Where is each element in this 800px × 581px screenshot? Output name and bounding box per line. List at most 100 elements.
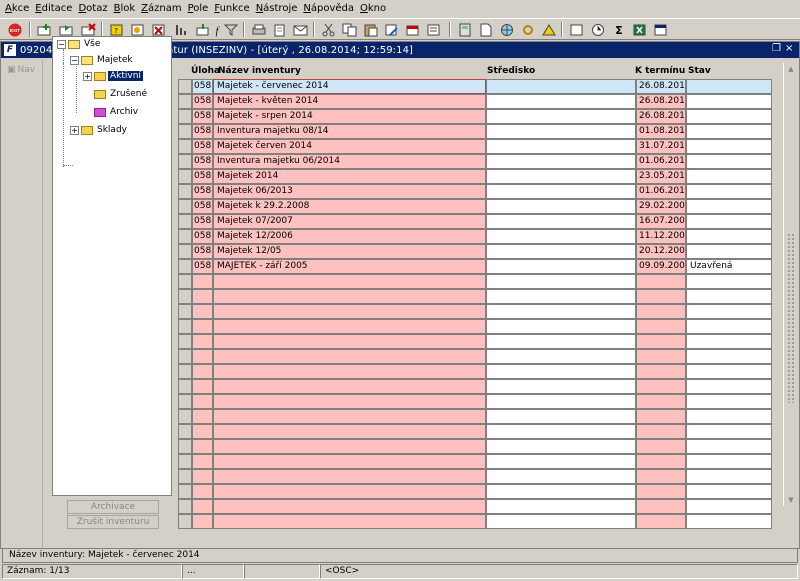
cell-stredisko[interactable] bbox=[486, 154, 636, 169]
cell-uloha[interactable]: 058 bbox=[192, 79, 213, 94]
cell-nazev[interactable] bbox=[213, 289, 486, 304]
dashboard-icon[interactable] bbox=[568, 21, 586, 38]
cell-stav[interactable] bbox=[686, 379, 772, 394]
cell-termin[interactable]: 01.06.2014 bbox=[636, 154, 686, 169]
cell-termin[interactable] bbox=[636, 334, 686, 349]
menu-9[interactable]: Okno bbox=[358, 0, 390, 17]
cell-nazev[interactable]: Majetek červen 2014 bbox=[213, 139, 486, 154]
row-selector[interactable] bbox=[178, 469, 192, 484]
cell-stav[interactable] bbox=[686, 139, 772, 154]
cell-termin[interactable]: 09.09.2005 bbox=[636, 259, 686, 274]
globe-icon[interactable] bbox=[498, 21, 516, 38]
table-row[interactable]: 058 Majetek 2014 23.05.2014 bbox=[178, 169, 772, 184]
row-selector[interactable] bbox=[178, 124, 192, 139]
cell-stav[interactable] bbox=[686, 184, 772, 199]
empty-row[interactable] bbox=[178, 424, 772, 439]
cell-nazev[interactable] bbox=[213, 469, 486, 484]
empty-row[interactable] bbox=[178, 334, 772, 349]
cell-termin[interactable]: 23.05.2014 bbox=[636, 169, 686, 184]
cell-uloha[interactable] bbox=[192, 289, 213, 304]
email-icon[interactable] bbox=[292, 21, 310, 38]
menu-6[interactable]: Funkce bbox=[212, 0, 253, 17]
empty-row[interactable] bbox=[178, 319, 772, 334]
empty-row[interactable] bbox=[178, 469, 772, 484]
empty-row[interactable] bbox=[178, 364, 772, 379]
cell-nazev[interactable] bbox=[213, 439, 486, 454]
cell-nazev[interactable] bbox=[213, 514, 486, 529]
menu-5[interactable]: Pole bbox=[186, 0, 213, 17]
cell-stav[interactable] bbox=[686, 424, 772, 439]
cell-stav[interactable]: Uzavřená bbox=[686, 259, 772, 274]
cell-nazev[interactable]: Majetek - květen 2014 bbox=[213, 94, 486, 109]
cell-uloha[interactable] bbox=[192, 364, 213, 379]
cell-nazev[interactable] bbox=[213, 319, 486, 334]
cell-nazev[interactable] bbox=[213, 274, 486, 289]
cell-uloha[interactable] bbox=[192, 394, 213, 409]
cell-stredisko[interactable] bbox=[486, 289, 636, 304]
clock-icon[interactable] bbox=[589, 21, 607, 38]
table-row[interactable]: 058 Majetek - srpen 2014 26.08.2014 bbox=[178, 109, 772, 124]
cell-nazev[interactable] bbox=[213, 379, 486, 394]
row-selector[interactable] bbox=[178, 364, 192, 379]
cell-stav[interactable] bbox=[686, 274, 772, 289]
cell-stav[interactable] bbox=[686, 289, 772, 304]
cell-uloha[interactable]: 058 bbox=[192, 184, 213, 199]
vertical-scrollbar[interactable]: ▲ ▼ bbox=[783, 63, 797, 506]
scroll-up-icon[interactable]: ▲ bbox=[785, 63, 797, 75]
cell-termin[interactable] bbox=[636, 484, 686, 499]
cell-stredisko[interactable] bbox=[486, 274, 636, 289]
cell-uloha[interactable]: 058 bbox=[192, 169, 213, 184]
cell-uloha[interactable] bbox=[192, 349, 213, 364]
cell-stav[interactable] bbox=[686, 334, 772, 349]
cell-uloha[interactable]: 058 bbox=[192, 109, 213, 124]
menu-4[interactable]: Záznam bbox=[139, 0, 185, 17]
tree-node-zrusene[interactable]: Zrušené bbox=[94, 87, 149, 101]
cell-stav[interactable] bbox=[686, 394, 772, 409]
cancel-inventory-button[interactable]: Zrušit inventuru bbox=[67, 515, 159, 529]
cell-nazev[interactable]: Majetek k 29.2.2008 bbox=[213, 199, 486, 214]
list-values-icon[interactable] bbox=[425, 21, 443, 38]
nav-toggle[interactable]: ▣ Nav bbox=[7, 65, 35, 75]
cell-nazev[interactable]: Majetek 06/2013 bbox=[213, 184, 486, 199]
row-selector[interactable] bbox=[178, 274, 192, 289]
row-selector[interactable] bbox=[178, 394, 192, 409]
restore-icon[interactable]: ❐ bbox=[772, 44, 782, 54]
cell-nazev[interactable]: Inventura majetku 06/2014 bbox=[213, 154, 486, 169]
cell-termin[interactable] bbox=[636, 364, 686, 379]
table-row[interactable]: 058 Majetek 07/2007 16.07.2007 bbox=[178, 214, 772, 229]
archive-button[interactable]: Archivace bbox=[67, 500, 159, 514]
row-selector[interactable] bbox=[178, 319, 192, 334]
cell-stredisko[interactable] bbox=[486, 244, 636, 259]
cell-termin[interactable]: 26.08.2014 bbox=[636, 94, 686, 109]
empty-row[interactable] bbox=[178, 514, 772, 529]
help-icon[interactable] bbox=[540, 21, 558, 38]
cell-termin[interactable]: 31.07.2014 bbox=[636, 139, 686, 154]
cell-stav[interactable] bbox=[686, 154, 772, 169]
calculator-icon[interactable] bbox=[456, 21, 474, 38]
row-selector[interactable] bbox=[178, 154, 192, 169]
row-selector[interactable] bbox=[178, 514, 192, 529]
cell-stav[interactable] bbox=[686, 244, 772, 259]
menu-0[interactable]: Akce bbox=[3, 0, 33, 17]
close-icon[interactable]: × bbox=[785, 44, 795, 54]
cell-stredisko[interactable] bbox=[486, 304, 636, 319]
cell-termin[interactable]: 26.08.2014 bbox=[636, 109, 686, 124]
cell-stredisko[interactable] bbox=[486, 259, 636, 274]
cell-uloha[interactable] bbox=[192, 439, 213, 454]
collapse-icon[interactable]: − bbox=[70, 55, 79, 65]
cell-stredisko[interactable] bbox=[486, 169, 636, 184]
empty-row[interactable] bbox=[178, 289, 772, 304]
cell-stav[interactable] bbox=[686, 124, 772, 139]
row-selector[interactable] bbox=[178, 334, 192, 349]
cell-nazev[interactable] bbox=[213, 499, 486, 514]
empty-row[interactable] bbox=[178, 409, 772, 424]
tree-node-vse[interactable]: − Vše bbox=[57, 37, 102, 51]
cell-stredisko[interactable] bbox=[486, 514, 636, 529]
tree-node-aktivni[interactable]: + Aktivní bbox=[83, 69, 143, 83]
cell-nazev[interactable]: Majetek 2014 bbox=[213, 169, 486, 184]
cell-stredisko[interactable] bbox=[486, 349, 636, 364]
edit-icon[interactable] bbox=[383, 21, 401, 38]
cell-stredisko[interactable] bbox=[486, 199, 636, 214]
cell-uloha[interactable]: 058 bbox=[192, 199, 213, 214]
paste-icon[interactable] bbox=[362, 21, 380, 38]
